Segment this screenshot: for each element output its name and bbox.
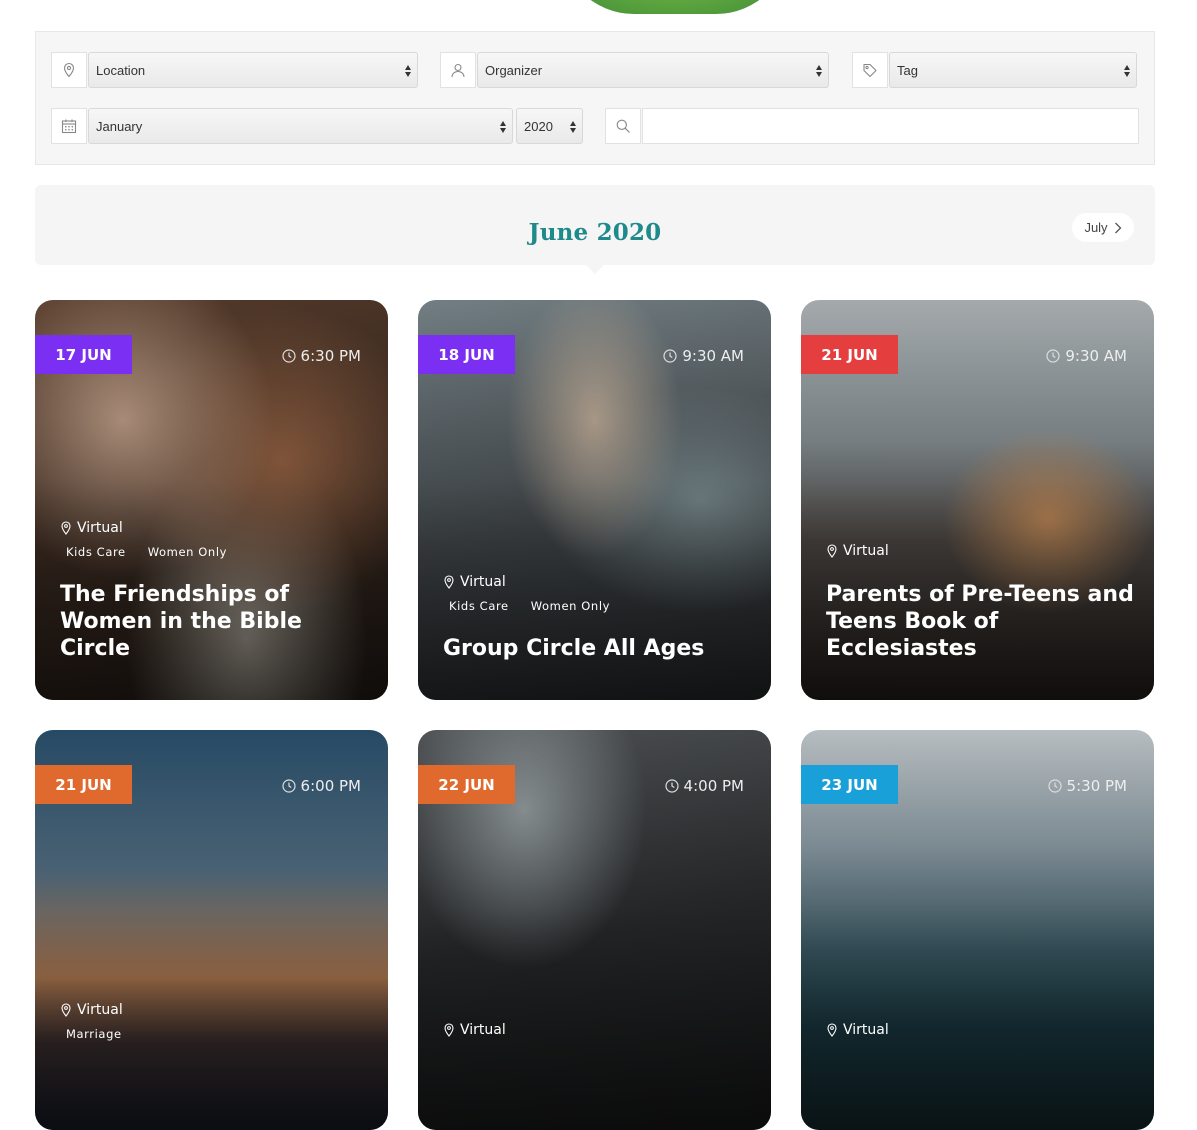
event-location-label: Virtual — [843, 1022, 889, 1038]
select-arrows-icon — [1123, 62, 1131, 80]
event-location: Virtual — [60, 520, 368, 536]
event-details: Virtual — [443, 1022, 506, 1047]
event-time: 6:30 PM — [281, 347, 361, 365]
event-time: 9:30 AM — [663, 347, 744, 365]
clock-icon — [281, 779, 296, 793]
event-title[interactable]: Parents of Pre-Teens and Teens Book of E… — [826, 581, 1134, 662]
location-filter: Location — [51, 52, 418, 88]
search-icon — [605, 108, 641, 144]
event-location: Virtual — [60, 1002, 123, 1018]
organizer-filter: Organizer — [440, 52, 829, 88]
event-tag[interactable]: Marriage — [66, 1027, 122, 1041]
month-select[interactable]: January — [88, 108, 513, 144]
month-select-value: January — [96, 118, 143, 134]
event-time-label: 5:30 PM — [1066, 777, 1127, 795]
event-location-label: Virtual — [77, 520, 123, 536]
event-time-label: 6:30 PM — [300, 347, 361, 365]
event-details: Virtual Parents of Pre-Teens and Teens B… — [826, 543, 1134, 662]
month-pointer — [586, 265, 604, 274]
event-date-badge: 21 JUN — [801, 335, 898, 374]
event-tag[interactable]: Kids Care — [66, 545, 126, 559]
map-pin-icon — [444, 1023, 454, 1037]
event-location-label: Virtual — [77, 1002, 123, 1018]
event-location: Virtual — [443, 574, 751, 590]
event-time-label: 4:00 PM — [683, 777, 744, 795]
event-location-label: Virtual — [460, 574, 506, 590]
location-select[interactable]: Location — [88, 52, 418, 88]
event-location: Virtual — [826, 1022, 889, 1038]
search-filter — [605, 108, 1139, 144]
event-time: 6:00 PM — [281, 777, 361, 795]
event-time-label: 9:30 AM — [682, 347, 744, 365]
event-location: Virtual — [826, 543, 1134, 559]
event-date-badge: 21 JUN — [35, 765, 132, 804]
event-card[interactable]: 23 JUN 5:30 PM Virtual — [801, 730, 1154, 1130]
map-pin-icon — [61, 1003, 71, 1017]
event-details: Virtual — [826, 1022, 889, 1047]
event-card[interactable]: 21 JUN 6:00 PM Virtual Marriage — [35, 730, 388, 1130]
tag-filter: Tag — [852, 52, 1137, 88]
map-pin-icon — [51, 52, 87, 88]
tag-select-value: Tag — [897, 62, 918, 78]
select-arrows-icon — [499, 118, 507, 136]
event-filters: Location Organizer Tag January 2020 — [35, 31, 1155, 165]
current-month-title: June 2020 — [528, 219, 662, 246]
event-location-label: Virtual — [460, 1022, 506, 1038]
event-location: Virtual — [443, 1022, 506, 1038]
organizer-select[interactable]: Organizer — [477, 52, 829, 88]
clock-icon — [1047, 779, 1062, 793]
next-month-label: July — [1084, 220, 1108, 235]
event-date-badge: 18 JUN — [418, 335, 515, 374]
event-details: Virtual Kids Care Women Only The Friends… — [60, 520, 368, 662]
event-card[interactable]: 18 JUN 9:30 AM Virtual Kids Care Women O… — [418, 300, 771, 700]
tag-select[interactable]: Tag — [889, 52, 1137, 88]
event-time-label: 6:00 PM — [300, 777, 361, 795]
year-select-value: 2020 — [524, 118, 553, 134]
event-tag[interactable]: Women Only — [148, 545, 227, 559]
event-location-label: Virtual — [843, 543, 889, 559]
event-date-badge: 22 JUN — [418, 765, 515, 804]
event-date-badge: 23 JUN — [801, 765, 898, 804]
event-card[interactable]: 17 JUN 6:30 PM Virtual Kids Care Women O… — [35, 300, 388, 700]
event-card[interactable]: 22 JUN 4:00 PM Virtual — [418, 730, 771, 1130]
clock-icon — [281, 349, 296, 363]
event-time: 9:30 AM — [1046, 347, 1127, 365]
clock-icon — [663, 349, 677, 363]
clock-icon — [664, 779, 679, 793]
event-tags: Kids Care Women Only — [449, 599, 751, 613]
date-filter: January 2020 — [51, 108, 583, 144]
event-tags: Marriage — [66, 1027, 123, 1041]
chevron-right-icon — [1114, 222, 1121, 233]
event-time: 5:30 PM — [1047, 777, 1127, 795]
clock-icon — [1046, 349, 1060, 363]
select-arrows-icon — [815, 62, 823, 80]
month-navigation: June 2020 July — [35, 185, 1155, 274]
event-title[interactable]: Group Circle All Ages — [443, 635, 751, 662]
map-pin-icon — [444, 575, 454, 589]
event-title[interactable]: The Friendships of Women in the Bible Ci… — [60, 581, 368, 662]
location-select-value: Location — [96, 62, 146, 78]
search-input[interactable] — [642, 108, 1139, 144]
event-details: Virtual Kids Care Women Only Group Circl… — [443, 574, 751, 662]
decorative-header-blob — [560, 0, 790, 14]
event-date-badge: 17 JUN — [35, 335, 132, 374]
event-card[interactable]: 21 JUN 9:30 AM Virtual Parents of Pre-Te… — [801, 300, 1154, 700]
event-tag[interactable]: Women Only — [531, 599, 610, 613]
event-time-label: 9:30 AM — [1065, 347, 1127, 365]
next-month-button[interactable]: July — [1072, 213, 1134, 242]
select-arrows-icon — [404, 62, 412, 80]
event-tag[interactable]: Kids Care — [449, 599, 509, 613]
map-pin-icon — [827, 544, 837, 558]
select-arrows-icon — [569, 118, 577, 136]
tag-icon — [852, 52, 888, 88]
user-icon — [440, 52, 476, 88]
map-pin-icon — [827, 1023, 837, 1037]
map-pin-icon — [61, 521, 71, 535]
calendar-icon — [51, 108, 87, 144]
organizer-select-value: Organizer — [485, 62, 543, 78]
event-details: Virtual Marriage — [60, 1002, 123, 1063]
year-select[interactable]: 2020 — [516, 108, 583, 144]
event-tags: Kids Care Women Only — [66, 545, 368, 559]
event-time: 4:00 PM — [664, 777, 744, 795]
